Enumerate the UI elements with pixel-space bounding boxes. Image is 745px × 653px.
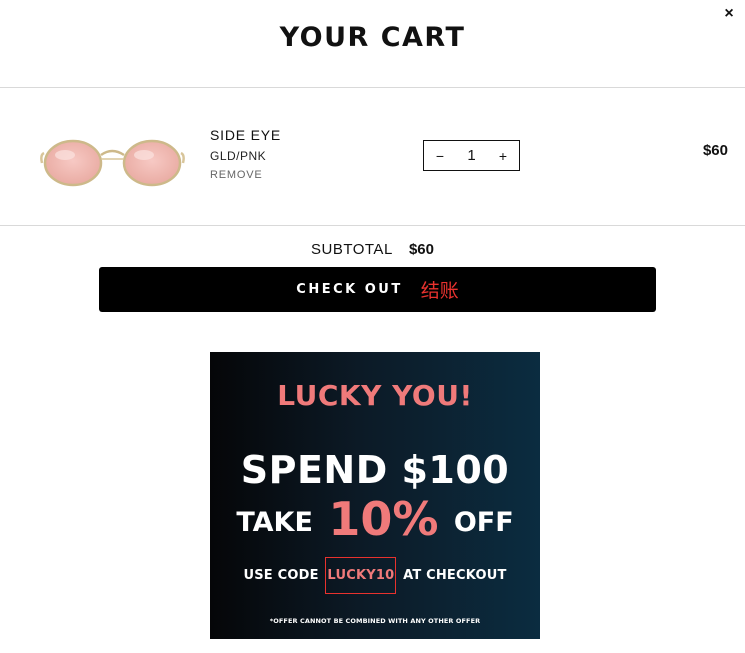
quantity-stepper: − 1 + xyxy=(423,140,520,171)
page-title: YOUR CART xyxy=(279,22,466,53)
promo-code[interactable]: LUCKY10 xyxy=(325,557,397,594)
subtotal-row: SUBTOTAL $60 xyxy=(0,241,745,258)
promo-spend: SPEND $100 xyxy=(240,448,510,492)
divider-bottom xyxy=(0,225,745,226)
checkout-annotation: 结账 xyxy=(420,281,459,302)
promo-take-suffix: OFF xyxy=(453,507,514,538)
promo-banner[interactable]: LUCKY YOU! SPEND $100 TAKE 10% OFF USE C… xyxy=(210,352,540,639)
quantity-value[interactable]: 1 xyxy=(467,147,475,164)
subtotal-label: SUBTOTAL xyxy=(310,241,393,258)
subtotal-amount: $60 xyxy=(408,241,434,258)
promo-discount: 10% xyxy=(328,492,439,546)
promo-code-prefix: USE CODE xyxy=(243,568,319,583)
checkout-label: CHECK OUT xyxy=(296,282,403,297)
divider-top xyxy=(0,87,745,88)
promo-code-suffix: AT CHECKOUT xyxy=(403,568,507,583)
product-variant: GLD/PNK xyxy=(210,149,267,163)
promo-headline: LUCKY YOU! xyxy=(277,379,473,412)
promo-fine-print: *OFFER CANNOT BE COMBINED WITH ANY OTHER… xyxy=(269,617,481,625)
checkout-button[interactable]: CHECK OUT 结账 xyxy=(99,267,656,312)
increment-button[interactable]: + xyxy=(497,148,509,164)
decrement-button[interactable]: − xyxy=(434,148,446,164)
remove-link[interactable]: REMOVE xyxy=(210,169,262,181)
promo-code-line: USE CODE LUCKY10 AT CHECKOUT xyxy=(210,557,540,594)
product-name[interactable]: SIDE EYE xyxy=(210,127,281,143)
promo-take-prefix: TAKE xyxy=(236,507,313,538)
product-image-sunglasses[interactable] xyxy=(40,135,185,190)
promo-offer: TAKE 10% OFF xyxy=(210,492,540,546)
close-icon[interactable]: × xyxy=(719,4,739,24)
item-price: $60 xyxy=(702,142,728,159)
